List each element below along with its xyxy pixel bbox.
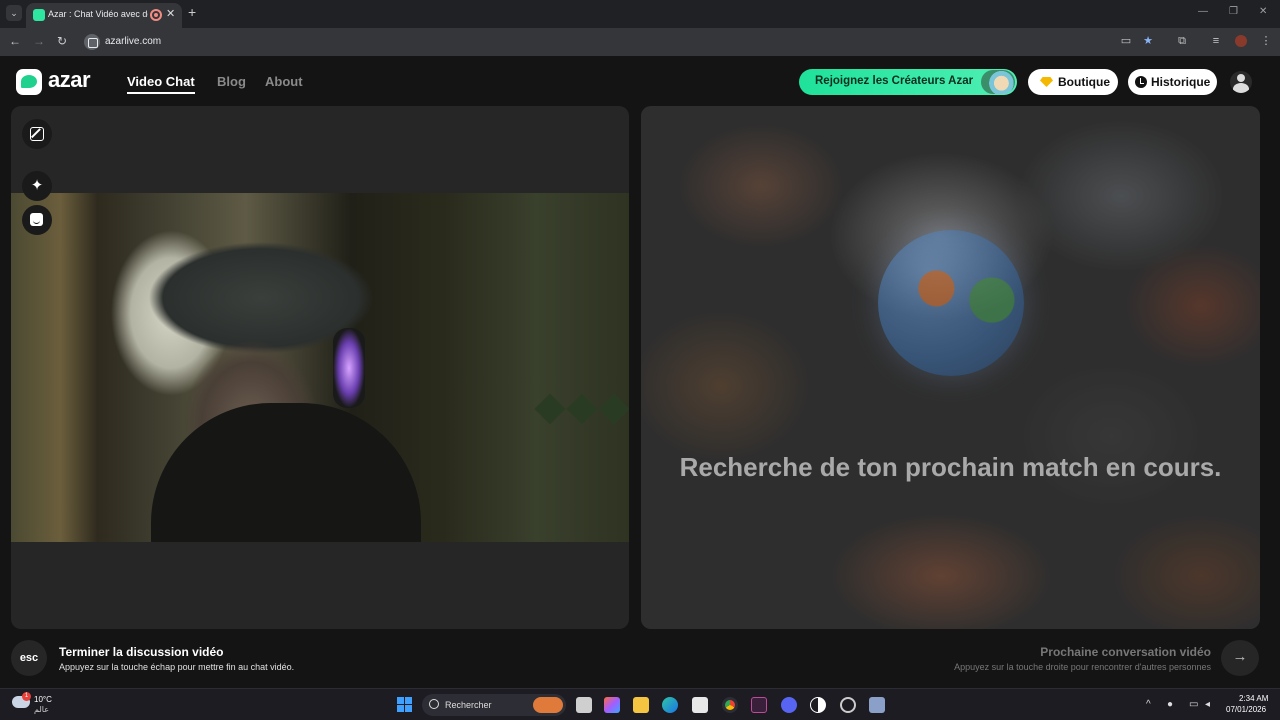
searching-status-text: Recherche de ton prochain match en cours… (679, 452, 1222, 482)
history-button[interactable]: Historique (1128, 69, 1217, 95)
esc-key-button[interactable]: esc (11, 640, 47, 676)
windows-taskbar: 1 10°C عالم Rechercher ^ ● ▭ ◂ 2:34 AM 0… (0, 688, 1280, 720)
weather-temperature[interactable]: 10°C (34, 695, 52, 704)
camera-wall-tile (598, 393, 629, 425)
browser-toolbar: ← → ↻ azarlive.com ▭ ★ ⧉ ≡ ⋮ (0, 28, 1280, 56)
azar-logo-icon[interactable] (16, 69, 42, 95)
taskbar-search-label: Rechercher (445, 700, 492, 710)
microphone-icon[interactable]: ● (1167, 699, 1173, 710)
file-explorer-icon[interactable] (633, 697, 649, 713)
obs-icon[interactable] (810, 697, 826, 713)
webcam-video (11, 193, 629, 542)
azar-page: azar Video Chat Blog About Rejoignez les… (0, 56, 1280, 688)
steam-icon[interactable] (840, 697, 856, 713)
match-search-panel: Recherche de ton prochain match en cours… (641, 106, 1260, 629)
nav-video-chat[interactable]: Video Chat (127, 74, 195, 89)
bookmark-star-icon[interactable]: ★ (1142, 35, 1154, 47)
chrome-icon[interactable] (722, 697, 738, 713)
edge-icon[interactable] (662, 697, 678, 713)
new-tab-icon[interactable]: + (188, 4, 196, 20)
my-camera-panel: ✦ (11, 106, 629, 629)
sparkle-effects-icon[interactable]: ✦ (22, 171, 52, 201)
windows-start-icon[interactable] (397, 697, 412, 712)
next-arrow-button[interactable]: → (1221, 640, 1259, 676)
tab-close-icon[interactable]: ✕ (166, 7, 175, 20)
recording-indicator-icon (150, 9, 162, 21)
camera-wall-tile (566, 393, 598, 425)
globe-icon (878, 230, 1024, 376)
end-chat-title: Terminer la discussion vidéo (59, 645, 224, 659)
user-avatar-icon[interactable] (1230, 71, 1252, 93)
azar-favicon-icon (33, 9, 45, 21)
close-window-icon[interactable]: ✕ (1259, 6, 1267, 17)
creators-illustration-icon (981, 70, 1015, 94)
boutique-label: Boutique (1058, 75, 1110, 89)
camera-person-body (151, 403, 421, 542)
address-bar[interactable]: azarlive.com (105, 36, 161, 47)
site-info-icon[interactable] (84, 34, 100, 50)
search-icon (429, 699, 439, 709)
network-icon[interactable]: ▭ (1189, 699, 1198, 710)
weather-location: عالم (34, 705, 49, 714)
reload-icon[interactable]: ↻ (57, 34, 67, 48)
weather-badge: 1 (22, 692, 31, 701)
next-chat-subtitle: Appuyez sur la touche droite pour rencon… (954, 662, 1211, 672)
camera-headphone (333, 328, 365, 408)
vegas-app-icon[interactable] (751, 697, 767, 713)
tab-search-dropdown-icon[interactable]: ⌄ (6, 5, 22, 21)
clock-icon (1135, 76, 1147, 88)
cast-icon[interactable]: ▭ (1120, 35, 1132, 47)
minimize-icon[interactable]: — (1198, 6, 1208, 17)
camera-wall-tile (534, 393, 566, 425)
profile-avatar-icon[interactable] (1235, 35, 1247, 47)
restore-icon[interactable]: ❐ (1229, 6, 1238, 17)
search-highlight-icon (533, 697, 563, 713)
boutique-button[interactable]: Boutique (1028, 69, 1118, 95)
task-view-icon[interactable] (576, 697, 592, 713)
browser-tab-azar[interactable]: Azar : Chat Vidéo avec de n ✕ (26, 3, 182, 28)
tab-title: Azar : Chat Vidéo avec de n (48, 9, 148, 19)
taskbar-search-box[interactable]: Rechercher (422, 694, 566, 716)
browser-menu-icon[interactable]: ⋮ (1260, 35, 1272, 47)
diamond-icon (1040, 77, 1053, 87)
volume-icon[interactable]: ◂ (1205, 699, 1210, 710)
end-chat-subtitle: Appuyez sur la touche échap pour mettre … (59, 662, 295, 672)
logo-text[interactable]: azar (48, 67, 91, 93)
join-creators-button[interactable]: Rejoignez les Créateurs Azar (799, 69, 1017, 95)
nav-blog[interactable]: Blog (217, 74, 246, 89)
history-label: Historique (1151, 75, 1211, 89)
extensions-icon[interactable]: ⧉ (1176, 35, 1188, 47)
forward-icon[interactable]: → (33, 34, 45, 48)
nav-active-underline (127, 92, 195, 94)
face-filter-icon[interactable] (22, 205, 52, 235)
nav-about[interactable]: About (265, 74, 303, 89)
back-icon[interactable]: ← (9, 34, 21, 48)
copilot-icon[interactable] (604, 697, 620, 713)
expand-icon[interactable] (22, 119, 52, 149)
next-chat-title: Prochaine conversation vidéo (1040, 645, 1211, 659)
browser-tabstrip: ⌄ Azar : Chat Vidéo avec de n ✕ + — ❐ ✕ (0, 0, 1280, 28)
calculator-icon[interactable] (869, 697, 885, 713)
taskbar-date[interactable]: 07/01/2026 (1226, 705, 1266, 714)
discord-icon[interactable] (781, 697, 797, 713)
store-icon[interactable] (692, 697, 708, 713)
join-creators-label: Rejoignez les Créateurs Azar (815, 75, 974, 87)
taskbar-time[interactable]: 2:34 AM (1239, 694, 1268, 703)
show-hidden-icons-icon[interactable]: ^ (1146, 699, 1151, 710)
media-controls-icon[interactable]: ≡ (1210, 35, 1222, 47)
